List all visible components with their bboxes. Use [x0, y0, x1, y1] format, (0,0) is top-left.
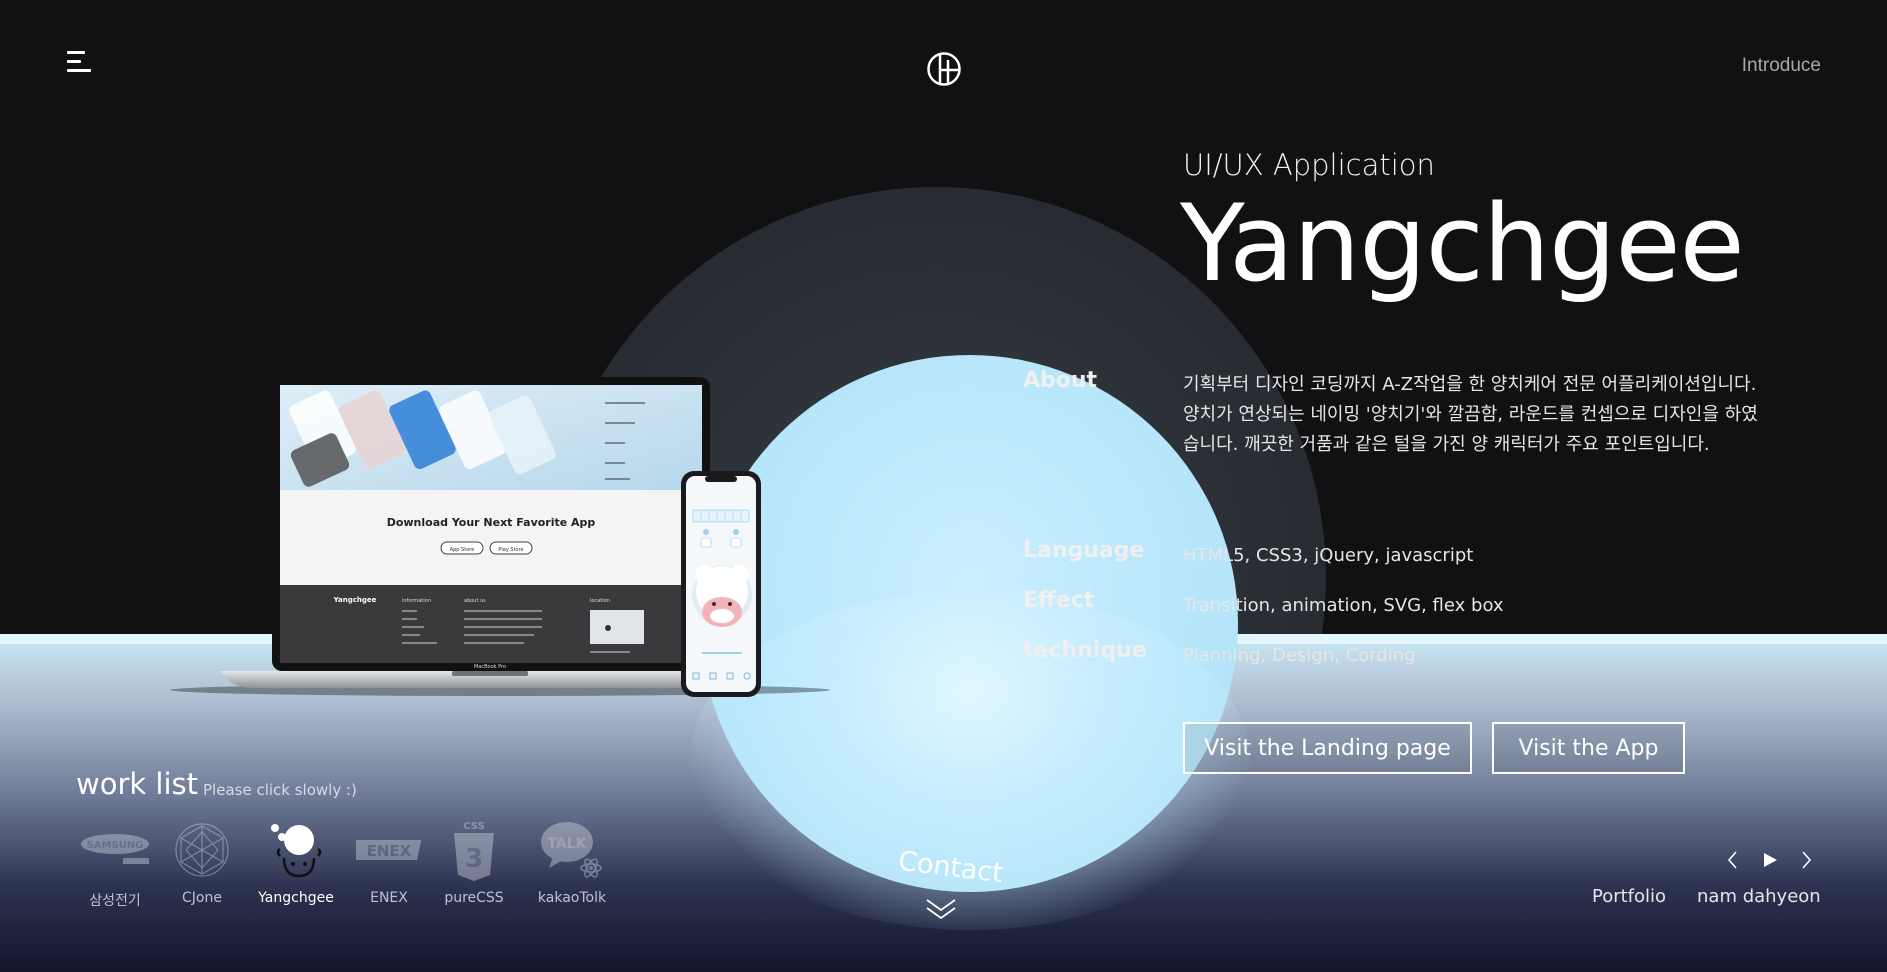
worklist-item-yangchgee[interactable]: Yangchgee	[251, 815, 341, 915]
info-value-about: 기획부터 디자인 코딩까지 A-Z작업을 한 양치케어 전문 어플리케이션입니다…	[1183, 374, 1758, 455]
worklist-item-label: pureCSS	[444, 890, 504, 906]
play-icon[interactable]	[1760, 849, 1780, 871]
double-chevron-down-icon[interactable]	[924, 896, 958, 922]
info-value-technique: Planning, Design, Cording	[1183, 645, 1416, 666]
laptop-footer-brand: Yangchgee	[333, 596, 377, 604]
info-label-effect: Effect	[1023, 588, 1095, 613]
laptop-footer-col-2: about us	[464, 598, 486, 604]
laptop-store-2: Play Store	[498, 547, 523, 553]
sheep-logo-icon	[251, 815, 341, 885]
samsung-logo-icon: SAMSUNG	[70, 815, 160, 885]
laptop-footer-col-1: information	[402, 598, 431, 604]
laptop-store-1: App Store	[450, 547, 475, 553]
circle-h-logo-icon[interactable]	[926, 51, 962, 87]
visit-landing-button[interactable]: Visit the Landing page	[1183, 722, 1472, 774]
info-value-effect: Transition, animation, SVG, flex box	[1183, 595, 1504, 616]
portfolio-link[interactable]: Portfolio	[1592, 886, 1666, 907]
worklist-item-purecss[interactable]: CSS 3 pureCSS	[429, 815, 519, 915]
worklist-item-enex[interactable]: ENEX ENEX	[344, 815, 434, 915]
laptop-heading: Download Your Next Favorite App	[387, 516, 596, 529]
chevron-left-icon[interactable]	[1723, 849, 1743, 871]
worklist-item-label: ENEX	[370, 890, 408, 906]
info-value-language: HTML5, CSS3, jQuery, javascript	[1183, 545, 1474, 566]
worklist-item-cjone[interactable]: CJone	[157, 815, 247, 915]
author-name[interactable]: nam dahyeon	[1697, 886, 1821, 907]
device-mockup: Download Your Next Favorite App App Stor…	[170, 377, 830, 697]
css3-logo-icon: CSS 3	[429, 815, 519, 885]
hamburger-menu-icon[interactable]	[67, 51, 91, 77]
svg-text:TALK: TALK	[547, 836, 587, 852]
worklist-item-label: 삼성전기	[89, 893, 141, 909]
project-category: UI/UX Application	[1183, 148, 1435, 182]
kakaotalk-logo-icon: TALK	[527, 815, 617, 885]
worklist-title: work list	[76, 767, 198, 801]
svg-text:SAMSUNG: SAMSUNG	[87, 840, 144, 851]
chevron-right-icon[interactable]	[1796, 849, 1816, 871]
worklist-item-label: CJone	[182, 890, 222, 906]
introduce-link[interactable]: Introduce	[1742, 55, 1821, 77]
worklist-item-label: Yangchgee	[258, 890, 334, 906]
cjone-circle-logo-icon	[157, 815, 247, 885]
laptop-footer-col-3: location	[590, 598, 610, 604]
enex-logo-icon: ENEX	[344, 815, 434, 885]
info-label-language: Language	[1023, 538, 1145, 563]
info-label-about: About	[1023, 368, 1098, 393]
project-title: Yangchgee	[1180, 182, 1745, 305]
svg-text:3: 3	[465, 844, 483, 874]
worklist-item-samsung[interactable]: SAMSUNG 삼성전기	[70, 815, 160, 915]
visit-app-button[interactable]: Visit the App	[1492, 722, 1685, 774]
info-label-technique: technique	[1023, 638, 1147, 663]
worklist-item-label: kakaoTolk	[537, 890, 607, 906]
worklist-hint: Please click slowly :)	[203, 781, 357, 799]
svg-text:CSS: CSS	[463, 821, 484, 832]
worklist-item-kakaotalk[interactable]: TALK kakaoTolk	[527, 815, 617, 915]
laptop-model: MacBook Pro	[474, 664, 506, 670]
svg-text:ENEX: ENEX	[367, 842, 412, 860]
